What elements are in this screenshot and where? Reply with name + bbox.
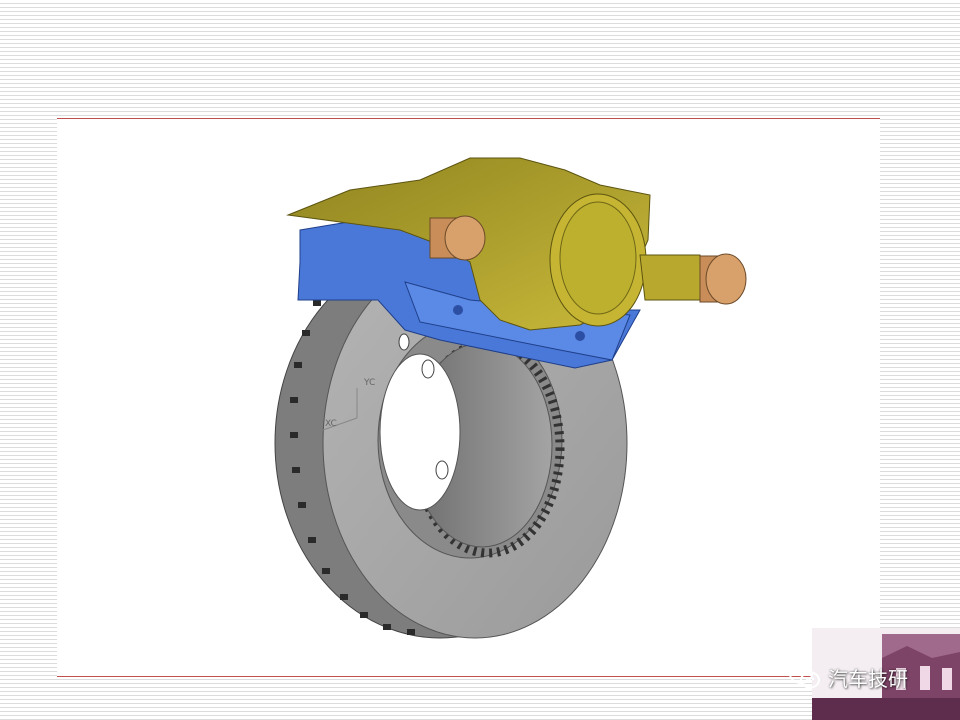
- brake-assembly-illustration: YC XC: [274, 157, 747, 639]
- lug-hole: [435, 460, 449, 480]
- bracket-bolt-hole: [575, 331, 585, 341]
- watermark-text: 汽车技研: [828, 666, 908, 691]
- wechat-icon: [789, 664, 820, 689]
- axis-label-y: YC: [363, 378, 375, 388]
- guide-pin-cap: [444, 215, 486, 261]
- guide-pin-cap: [705, 253, 747, 305]
- bracket-bolt-hole: [453, 305, 463, 315]
- lug-hole: [421, 359, 435, 379]
- watermark: 汽车技研: [788, 660, 908, 694]
- lug-hole: [398, 333, 410, 351]
- piston-face: [559, 201, 637, 315]
- center-bore: [379, 353, 461, 511]
- bottom-divider: [57, 676, 880, 677]
- axis-label-x: XC: [325, 419, 337, 429]
